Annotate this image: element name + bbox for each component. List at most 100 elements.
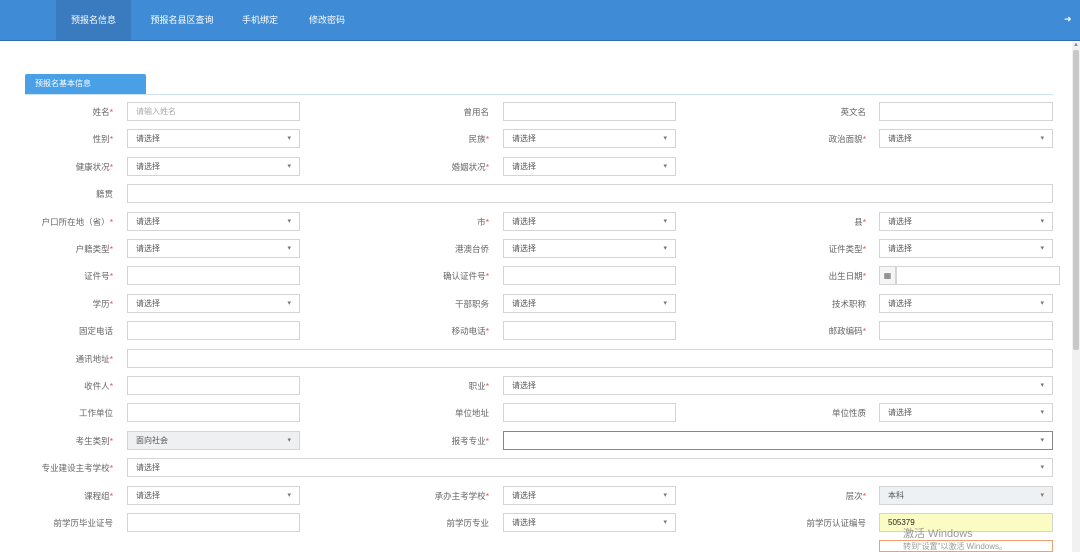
scroll-up-icon[interactable]: ▲ — [1073, 42, 1079, 48]
required-mark: * — [485, 381, 489, 391]
select-field[interactable]: 请选择 — [503, 376, 1053, 395]
required-mark: * — [109, 463, 113, 473]
logout-icon[interactable]: ➜ — [1064, 14, 1074, 24]
field-label-text: 干部职务 — [454, 299, 489, 309]
windows-watermark-title: 激活 Windows — [903, 528, 973, 540]
field-label: 户口所在地（省）* — [3, 212, 113, 232]
text-input[interactable] — [127, 184, 1053, 203]
select-field[interactable]: 请选择 — [127, 157, 300, 176]
field-label-text: 政治面貌 — [828, 134, 863, 144]
field-label-text: 邮政编码 — [828, 326, 863, 336]
tab-0[interactable]: 预报名信息 — [56, 0, 131, 40]
field-label-text: 工作单位 — [78, 408, 113, 418]
field-label: 技术职称 — [756, 294, 866, 314]
text-input[interactable] — [879, 321, 1053, 340]
field-label-text: 前学历专业 — [446, 518, 489, 528]
select-field[interactable]: 请选择 — [127, 458, 1053, 477]
select-field[interactable]: 请选择 — [127, 486, 300, 505]
select-field[interactable]: 面向社会 — [127, 431, 300, 450]
field-label: 出生日期* — [756, 266, 866, 286]
select-field[interactable]: 本科 — [879, 486, 1053, 505]
field-label: 移动电话* — [379, 321, 489, 341]
field-label-text: 单位地址 — [454, 408, 489, 418]
field-label: 学历* — [3, 294, 113, 314]
field-label-text: 承办主考学校 — [434, 491, 486, 501]
required-mark: * — [485, 491, 489, 501]
required-mark: * — [862, 244, 866, 254]
text-input[interactable] — [127, 376, 300, 395]
required-mark: * — [109, 107, 113, 117]
select-field[interactable]: 请选择 — [503, 239, 676, 258]
tab-3[interactable]: 修改密码 — [297, 0, 357, 40]
top-nav-bar: 预报名信息 预报名县区查询 手机绑定 修改密码 ➜ — [0, 0, 1080, 41]
text-input[interactable] — [127, 513, 300, 532]
field-label: 户籍类型* — [3, 239, 113, 259]
field-label-text: 健康状况 — [75, 162, 110, 172]
select-field[interactable]: 请选择 — [127, 129, 300, 148]
field-label: 前学历毕业证号 — [3, 513, 113, 533]
field-label: 职业* — [379, 376, 489, 396]
required-mark: * — [109, 491, 113, 501]
tab-1[interactable]: 预报名县区查询 — [139, 0, 225, 40]
field-label-text: 课程组 — [84, 491, 110, 501]
field-label-text: 户口所在地（省） — [41, 217, 110, 227]
field-label: 县* — [756, 212, 866, 232]
required-mark: * — [109, 354, 113, 364]
field-label: 单位地址 — [379, 403, 489, 423]
select-field[interactable]: 请选择 — [879, 129, 1053, 148]
field-label: 政治面貌* — [756, 129, 866, 149]
select-field[interactable]: 请选择 — [879, 403, 1053, 422]
field-label: 曾用名 — [379, 102, 489, 122]
field-label-text: 确认证件号 — [443, 271, 486, 281]
field-label: 民族* — [379, 129, 489, 149]
required-mark: * — [109, 162, 113, 172]
required-mark: * — [109, 244, 113, 254]
field-label: 英文名 — [756, 102, 866, 122]
field-label-text: 港澳台侨 — [454, 244, 489, 254]
field-label-text: 出生日期 — [828, 271, 863, 281]
text-input[interactable]: 请输入姓名 — [127, 102, 300, 121]
select-field[interactable]: 请选择 — [503, 129, 676, 148]
text-input[interactable] — [503, 321, 676, 340]
text-input[interactable] — [503, 403, 676, 422]
select-field[interactable]: 请选择 — [503, 294, 676, 313]
select-field[interactable]: 请选择 — [879, 212, 1053, 231]
section-title: 预报名基本信息 — [25, 74, 146, 94]
required-mark: * — [485, 134, 489, 144]
field-label-text: 姓名 — [92, 107, 110, 117]
field-label-text: 单位性质 — [831, 408, 866, 418]
select-field[interactable]: 请选择 — [503, 212, 676, 231]
select-field[interactable] — [503, 431, 1053, 450]
text-input[interactable] — [503, 266, 676, 285]
required-mark: * — [485, 217, 489, 227]
field-label-text: 收件人 — [84, 381, 110, 391]
field-label: 考生类别* — [3, 431, 113, 451]
text-input[interactable] — [879, 102, 1053, 121]
select-field[interactable]: 请选择 — [503, 157, 676, 176]
field-label: 课程组* — [3, 486, 113, 506]
select-field[interactable]: 请选择 — [127, 212, 300, 231]
tab-2[interactable]: 手机绑定 — [230, 0, 290, 40]
required-mark: * — [862, 217, 866, 227]
select-field[interactable]: 请选择 — [127, 294, 300, 313]
field-label-text: 层次 — [845, 491, 863, 501]
required-mark: * — [109, 436, 113, 446]
select-field[interactable]: 请选择 — [127, 239, 300, 258]
text-input[interactable] — [127, 349, 1053, 368]
text-input[interactable] — [127, 403, 300, 422]
scrollbar-thumb[interactable] — [1073, 50, 1079, 350]
text-input[interactable] — [503, 102, 676, 121]
field-label: 前学历专业 — [379, 513, 489, 533]
text-input[interactable] — [127, 321, 300, 340]
calendar-icon[interactable]: ▦ — [879, 266, 896, 285]
select-field[interactable]: 请选择 — [879, 239, 1053, 258]
field-label-text: 市 — [477, 217, 486, 227]
select-field[interactable]: 请选择 — [503, 486, 676, 505]
select-field[interactable]: 请选择 — [879, 294, 1053, 313]
vertical-scrollbar[interactable]: ▲ — [1072, 42, 1080, 552]
select-field[interactable]: 请选择 — [503, 513, 676, 532]
field-label: 证件类型* — [756, 239, 866, 259]
date-input[interactable] — [896, 266, 1060, 285]
text-input[interactable] — [127, 266, 300, 285]
required-mark: * — [109, 381, 113, 391]
